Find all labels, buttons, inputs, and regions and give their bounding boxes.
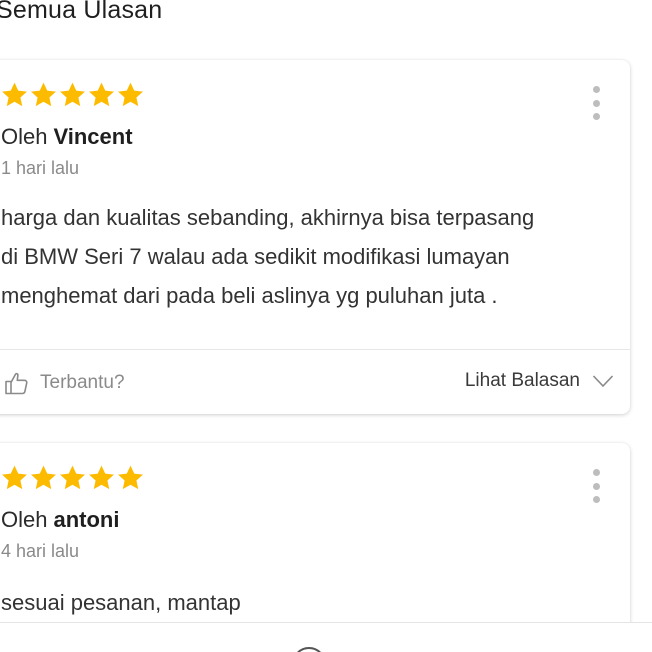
star-icon <box>87 463 116 493</box>
star-icon <box>87 80 116 110</box>
review-line: sesuai pesanan, mantap <box>1 590 241 615</box>
thumbs-up-icon <box>4 370 30 396</box>
star-icon <box>0 463 29 493</box>
review-date: 1 hari lalu <box>1 158 80 178</box>
section-title: Semua Ulasan <box>0 0 163 24</box>
byline-prefix: Oleh <box>1 507 48 532</box>
star-icon <box>58 463 87 493</box>
reviewer-name: antoni <box>53 507 120 532</box>
chevron-down-icon <box>592 374 614 388</box>
review-footer: Terbantu? Lihat Balasan <box>0 349 630 414</box>
more-vertical-icon[interactable] <box>590 86 602 120</box>
review-text: harga dan kualitas sebanding, akhirnya b… <box>1 198 621 315</box>
byline-prefix: Oleh <box>1 124 48 149</box>
reviewer-byline: Oleh Vincent <box>1 124 133 150</box>
circle-icon <box>292 647 326 652</box>
helpful-label: Terbantu? <box>40 372 125 393</box>
review-line: di BMW Seri 7 walau ada sedikit modifika… <box>1 244 510 269</box>
more-vertical-icon[interactable] <box>590 469 602 503</box>
star-icon <box>0 80 29 110</box>
star-icon <box>58 80 87 110</box>
review-date: 4 hari lalu <box>1 541 80 561</box>
review-text: sesuai pesanan, mantap <box>1 583 621 622</box>
rating-stars <box>0 80 145 112</box>
reviewer-name: Vincent <box>53 124 133 149</box>
review-line: harga dan kualitas sebanding, akhirnya b… <box>1 205 535 230</box>
view-replies-button[interactable]: Lihat Balasan <box>465 370 614 392</box>
bottom-bar <box>0 622 652 652</box>
review-line: menghemat dari pada beli aslinya yg pulu… <box>1 283 498 308</box>
star-icon <box>29 80 58 110</box>
reviews-screen: Semua Ulasan Oleh Vincent 1 hari lalu har… <box>0 0 652 652</box>
reviewer-byline: Oleh antoni <box>1 507 119 533</box>
helpful-button[interactable]: Terbantu? <box>4 370 125 396</box>
star-icon <box>116 80 145 110</box>
view-replies-label: Lihat Balasan <box>464 370 580 391</box>
rating-stars <box>0 463 145 495</box>
review-card: Oleh antoni 4 hari lalu sesuai pesanan, m… <box>0 443 630 652</box>
star-icon <box>29 463 58 493</box>
star-icon <box>116 463 145 493</box>
review-card: Oleh Vincent 1 hari lalu harga dan kualit… <box>0 60 630 414</box>
